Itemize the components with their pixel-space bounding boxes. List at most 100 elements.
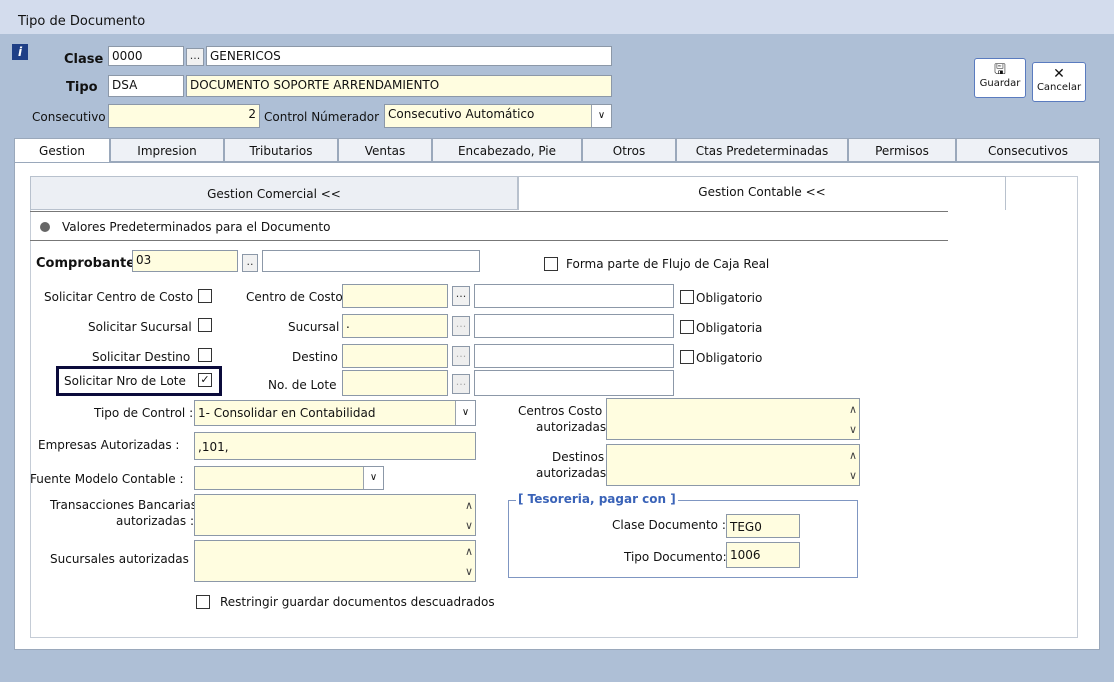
destinos-aut-label-line2: autorizadas xyxy=(536,466,607,480)
consecutivo-input[interactable]: 2 xyxy=(108,104,260,128)
destino-obligatorio-label: Obligatorio xyxy=(696,351,763,365)
centros-costo-aut-label-line2: autorizadas xyxy=(536,420,607,434)
clase-name-field: GENERICOS xyxy=(206,46,612,66)
fuente-modelo-label: Fuente Modelo Contable : xyxy=(30,472,184,486)
sucursal-name-field xyxy=(474,314,674,338)
tipo-name-input[interactable]: DOCUMENTO SOPORTE ARRENDAMIENTO xyxy=(186,75,612,97)
destino-lookup-button[interactable]: ... xyxy=(452,346,470,366)
solicitar-destino-checkbox[interactable] xyxy=(198,348,212,362)
chevron-down-icon[interactable]: ∨ xyxy=(363,467,383,489)
tab-gestion[interactable]: Gestion xyxy=(14,138,110,164)
empresas-label: Empresas Autorizadas : xyxy=(38,438,180,452)
consecutivo-label: Consecutivo xyxy=(32,110,106,124)
comprobante-input[interactable]: 03 xyxy=(132,250,238,272)
main-tabs: Gestion Impresion Tributarios Ventas Enc… xyxy=(14,138,1100,164)
destino-obligatorio-checkbox[interactable] xyxy=(680,350,694,364)
lote-lookup-button[interactable]: ... xyxy=(452,374,470,394)
sucursales-aut-list[interactable]: ∧ ∨ xyxy=(194,540,476,582)
restringir-checkbox[interactable] xyxy=(196,595,210,609)
destinos-aut-label-line1: Destinos xyxy=(552,450,605,464)
tab-consecutivos[interactable]: Consecutivos xyxy=(956,138,1100,162)
tipo-control-label: Tipo de Control : xyxy=(94,406,194,420)
centros-costo-aut-list[interactable]: ∧ ∨ xyxy=(606,398,860,440)
control-numerador-select[interactable]: Consecutivo Automático ∨ xyxy=(384,104,612,128)
lote-name-field xyxy=(474,370,674,396)
tab-ctas-predeterminadas[interactable]: Ctas Predeterminadas xyxy=(676,138,848,162)
tesoreria-tipo-label: Tipo Documento: xyxy=(624,550,727,564)
info-icon[interactable]: i xyxy=(12,44,28,60)
scroll-up-icon[interactable]: ∧ xyxy=(465,499,473,512)
scroll-down-icon[interactable]: ∨ xyxy=(465,565,473,578)
empresas-input[interactable]: ,101, xyxy=(194,432,476,460)
fuente-modelo-select[interactable]: ∨ xyxy=(194,466,384,490)
subtab-divider xyxy=(30,211,948,212)
comprobante-lookup-button[interactable]: .. xyxy=(242,254,258,272)
tab-encabezado-pie[interactable]: Encabezado, Pie xyxy=(432,138,582,162)
centro-costo-input[interactable] xyxy=(342,284,448,308)
lote-input[interactable] xyxy=(342,370,448,396)
solicitar-centro-costo-checkbox[interactable] xyxy=(198,289,212,303)
tipo-control-select[interactable]: 1- Consolidar en Contabilidad ∨ xyxy=(194,400,476,426)
scroll-up-icon[interactable]: ∧ xyxy=(465,545,473,558)
sucursal-input[interactable]: . xyxy=(342,314,448,338)
destino-input[interactable] xyxy=(342,344,448,368)
lote-label: No. de Lote xyxy=(268,378,337,392)
solicitar-sucursal-label: Solicitar Sucursal xyxy=(88,320,192,334)
section-bullet-icon xyxy=(40,222,50,232)
scroll-down-icon[interactable]: ∨ xyxy=(465,519,473,532)
transacciones-list[interactable]: ∧ ∨ xyxy=(194,494,476,536)
tab-impresion[interactable]: Impresion xyxy=(110,138,224,162)
flujo-caja-label: Forma parte de Flujo de Caja Real xyxy=(566,257,770,271)
window-titlebar: Tipo de Documento xyxy=(0,0,1114,34)
centro-costo-label: Centro de Costo xyxy=(246,290,343,304)
scroll-up-icon[interactable]: ∧ xyxy=(849,403,857,416)
cancel-button-label: Cancelar xyxy=(1036,82,1082,93)
destinos-aut-list[interactable]: ∧ ∨ xyxy=(606,444,860,486)
centro-costo-obligatorio-checkbox[interactable] xyxy=(680,290,694,304)
clase-code-input[interactable]: 0000 xyxy=(108,46,184,66)
centro-costo-obligatorio-label: Obligatorio xyxy=(696,291,763,305)
centro-costo-lookup-button[interactable]: ... xyxy=(452,286,470,306)
scroll-down-icon[interactable]: ∨ xyxy=(849,423,857,436)
solicitar-destino-label: Solicitar Destino xyxy=(92,350,191,364)
solicitar-sucursal-checkbox[interactable] xyxy=(198,318,212,332)
scroll-down-icon[interactable]: ∨ xyxy=(849,469,857,482)
subtab-gestion-contable[interactable]: Gestion Contable << xyxy=(518,176,1006,210)
transacciones-label-line1: Transacciones Bancarias xyxy=(50,498,198,512)
chevron-down-icon[interactable]: ∨ xyxy=(455,401,475,425)
solicitar-lote-checkbox[interactable]: ✓ xyxy=(198,373,212,387)
tab-tributarios[interactable]: Tributarios xyxy=(224,138,338,162)
clase-lookup-button[interactable]: ... xyxy=(186,48,204,66)
centros-costo-aut-label-line1: Centros Costo xyxy=(518,404,603,418)
tab-otros[interactable]: Otros xyxy=(582,138,676,162)
tab-permisos[interactable]: Permisos xyxy=(848,138,956,162)
transacciones-label-line2: autorizadas : xyxy=(116,514,195,528)
floppy-disk-icon: 🖫 xyxy=(994,62,1006,78)
save-button[interactable]: 🖫 Guardar xyxy=(974,58,1026,98)
scroll-up-icon[interactable]: ∧ xyxy=(849,449,857,462)
solicitar-lote-label: Solicitar Nro de Lote xyxy=(64,374,186,388)
sucursal-obligatoria-checkbox[interactable] xyxy=(680,320,694,334)
comprobante-name-field xyxy=(262,250,480,272)
section-divider xyxy=(30,240,948,241)
clase-label: Clase xyxy=(64,52,104,67)
tesoreria-tipo-input[interactable]: 1006 xyxy=(726,542,800,568)
sucursal-obligatoria-label: Obligatoria xyxy=(696,321,763,335)
restringir-label: Restringir guardar documentos descuadrad… xyxy=(220,595,495,609)
subtab-gestion-comercial[interactable]: Gestion Comercial << xyxy=(30,176,518,210)
centro-costo-name-field xyxy=(474,284,674,308)
tesoreria-clase-input[interactable]: TEG0 xyxy=(726,514,800,538)
destino-label: Destino xyxy=(292,350,338,364)
sucursal-lookup-button[interactable]: ... xyxy=(452,316,470,336)
flujo-caja-checkbox[interactable] xyxy=(544,257,558,271)
cancel-button[interactable]: ✕ Cancelar xyxy=(1032,62,1086,102)
window-title: Tipo de Documento xyxy=(18,14,146,29)
solicitar-centro-costo-label: Solicitar Centro de Costo xyxy=(44,290,194,304)
destino-name-field xyxy=(474,344,674,368)
tipo-code-input[interactable]: DSA xyxy=(108,75,184,97)
tipo-label: Tipo xyxy=(66,80,98,95)
section-title: Valores Predeterminados para el Document… xyxy=(62,220,331,234)
chevron-down-icon[interactable]: ∨ xyxy=(591,105,611,127)
control-numerador-value: Consecutivo Automático xyxy=(388,107,535,121)
tab-ventas[interactable]: Ventas xyxy=(338,138,432,162)
